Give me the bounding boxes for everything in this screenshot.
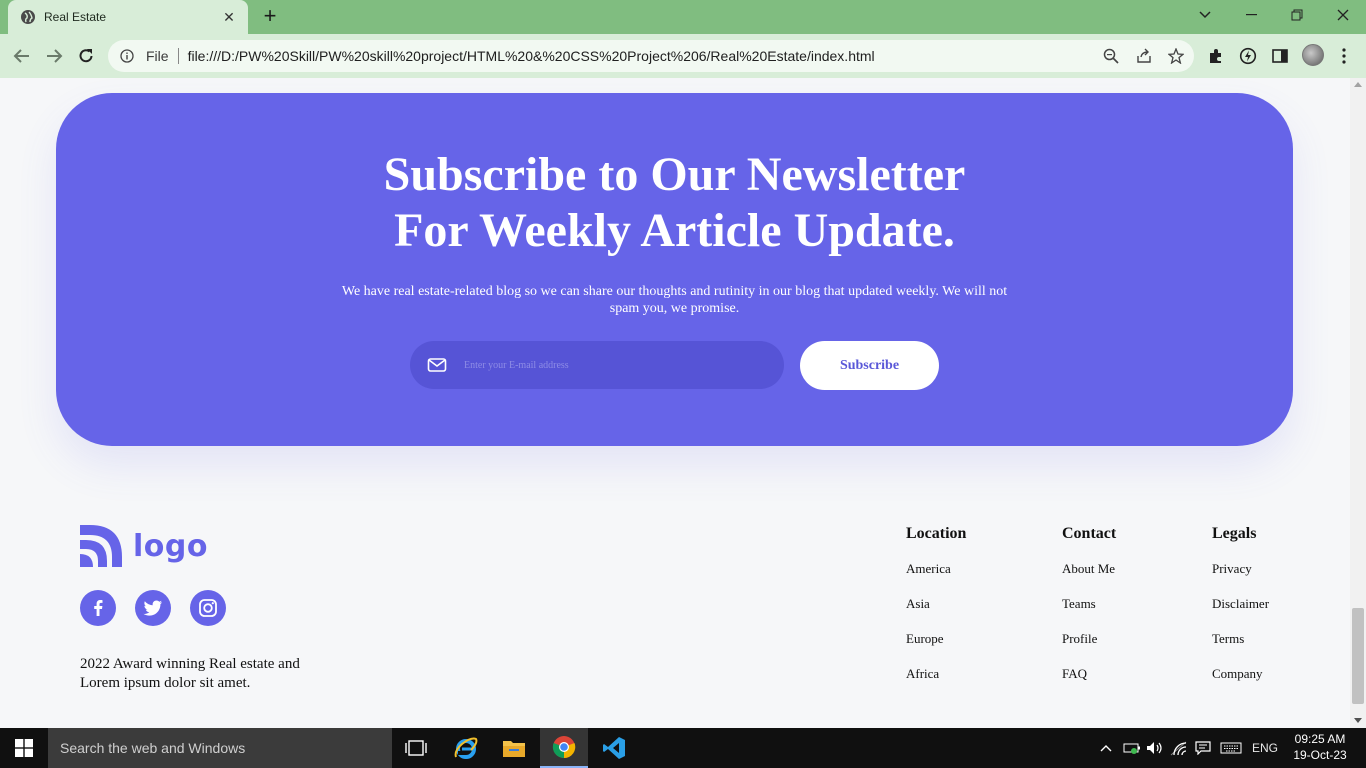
footer-link-africa[interactable]: Africa xyxy=(906,666,966,701)
windows-taskbar: Search the web and Windows ENG 09:25 AM … xyxy=(0,728,1366,768)
scroll-down-arrow-icon[interactable] xyxy=(1354,718,1362,723)
back-arrow-icon[interactable] xyxy=(10,44,34,68)
scroll-up-arrow-icon[interactable] xyxy=(1354,82,1362,87)
battery-icon[interactable] xyxy=(1120,728,1144,768)
instagram-icon[interactable] xyxy=(190,590,226,626)
footer-link-terms[interactable]: Terms xyxy=(1212,631,1269,666)
footer-link-teams[interactable]: Teams xyxy=(1062,596,1116,631)
browser-toolbar: File file:///D:/PW%20Skill/PW%20skill%20… xyxy=(0,34,1366,78)
tab-title: Real Estate xyxy=(44,10,107,24)
footer-column-contact: Contact About Me Teams Profile FAQ xyxy=(1062,525,1116,701)
newsletter-banner: Subscribe to Our Newsletter For Weekly A… xyxy=(56,93,1293,446)
info-icon[interactable] xyxy=(120,49,134,63)
profile-avatar[interactable] xyxy=(1302,44,1324,66)
task-view-icon[interactable] xyxy=(392,728,440,768)
taskbar-search-box[interactable]: Search the web and Windows xyxy=(48,728,392,768)
extensions-puzzle-icon[interactable] xyxy=(1206,46,1226,66)
envelope-icon xyxy=(426,354,448,376)
globe-icon xyxy=(20,9,36,25)
address-separator xyxy=(177,48,179,64)
logo-text: logo xyxy=(133,528,208,564)
facebook-icon[interactable] xyxy=(80,590,116,626)
extension-bolt-icon[interactable] xyxy=(1238,46,1258,66)
close-window-button[interactable] xyxy=(1320,0,1366,30)
minimize-button[interactable] xyxy=(1228,0,1274,30)
footer-link-profile[interactable]: Profile xyxy=(1062,631,1116,666)
footer-link-europe[interactable]: Europe xyxy=(906,631,966,666)
subscribe-button[interactable]: Subscribe xyxy=(800,341,939,390)
reload-icon[interactable] xyxy=(74,44,98,68)
volume-icon[interactable] xyxy=(1144,728,1166,768)
scroll-thumb[interactable] xyxy=(1352,608,1364,704)
footer-link-asia[interactable]: Asia xyxy=(906,596,966,631)
newsletter-title-line1: Subscribe to Our Newsletter xyxy=(383,148,966,201)
system-clock[interactable]: 09:25 AM 19-Oct-23 xyxy=(1288,731,1352,763)
forward-arrow-icon[interactable] xyxy=(42,44,66,68)
email-field-wrapper[interactable] xyxy=(410,341,784,389)
column-heading: Legals xyxy=(1212,525,1257,542)
footer-link-disclaimer[interactable]: Disclaimer xyxy=(1212,596,1269,631)
share-icon[interactable] xyxy=(1136,48,1152,64)
side-panel-icon[interactable] xyxy=(1270,46,1290,66)
footer-link-company[interactable]: Company xyxy=(1212,666,1269,701)
logo-mark-icon xyxy=(80,525,122,567)
browser-tab[interactable]: Real Estate ✕ xyxy=(8,0,248,34)
footer-link-about-me[interactable]: About Me xyxy=(1062,561,1116,596)
show-hidden-icons-chevron-icon[interactable] xyxy=(1096,728,1116,768)
windows-start-icon[interactable] xyxy=(0,728,48,768)
wifi-icon[interactable] xyxy=(1168,728,1190,768)
keyboard-icon[interactable] xyxy=(1218,728,1244,768)
action-center-icon[interactable] xyxy=(1192,728,1214,768)
footer-link-faq[interactable]: FAQ xyxy=(1062,666,1116,701)
twitter-icon[interactable] xyxy=(135,590,171,626)
web-page: Subscribe to Our Newsletter For Weekly A… xyxy=(0,78,1350,728)
vscode-icon[interactable] xyxy=(590,728,638,768)
email-input[interactable] xyxy=(464,359,744,371)
footer-link-america[interactable]: America xyxy=(906,561,966,596)
footer-column-location: Location America Asia Europe Africa xyxy=(906,525,966,701)
clock-date: 19-Oct-23 xyxy=(1293,748,1347,762)
bookmark-star-icon[interactable] xyxy=(1167,47,1185,65)
newsletter-title-line2: For Weekly Article Update. xyxy=(394,204,955,257)
clock-time: 09:25 AM xyxy=(1294,732,1346,746)
internet-explorer-icon[interactable] xyxy=(442,728,490,768)
close-tab-icon[interactable]: ✕ xyxy=(220,9,238,26)
file-explorer-icon[interactable] xyxy=(490,728,538,768)
chrome-taskbar-icon[interactable] xyxy=(540,728,588,768)
column-heading: Location xyxy=(906,525,967,542)
address-bar[interactable]: File file:///D:/PW%20Skill/PW%20skill%20… xyxy=(108,40,1194,72)
footer-column-legals: Legals Privacy Disclaimer Terms Company xyxy=(1212,525,1269,701)
url-text[interactable]: file:///D:/PW%20Skill/PW%20skill%20proje… xyxy=(188,48,875,64)
column-heading: Contact xyxy=(1062,525,1117,542)
address-prefix: File xyxy=(146,48,169,64)
tab-strip: Real Estate ✕ + xyxy=(0,0,1366,34)
language-indicator[interactable]: ENG xyxy=(1248,728,1282,768)
footer-about-text: 2022 Award winning Real estate and Lorem… xyxy=(80,656,300,691)
zoom-icon[interactable] xyxy=(1103,48,1119,64)
tab-search-chevron-icon[interactable] xyxy=(1182,0,1228,30)
menu-kebab-icon[interactable] xyxy=(1334,46,1354,66)
new-tab-button[interactable]: + xyxy=(258,5,282,29)
page-scrollbar[interactable] xyxy=(1350,78,1366,728)
restore-button[interactable] xyxy=(1274,0,1320,30)
footer-link-privacy[interactable]: Privacy xyxy=(1212,561,1269,596)
social-links xyxy=(80,590,245,626)
newsletter-description: We have real estate-related blog so we c… xyxy=(341,284,1008,316)
newsletter-title: Subscribe to Our Newsletter For Weekly A… xyxy=(56,147,1293,259)
footer-logo[interactable]: logo xyxy=(80,525,208,567)
